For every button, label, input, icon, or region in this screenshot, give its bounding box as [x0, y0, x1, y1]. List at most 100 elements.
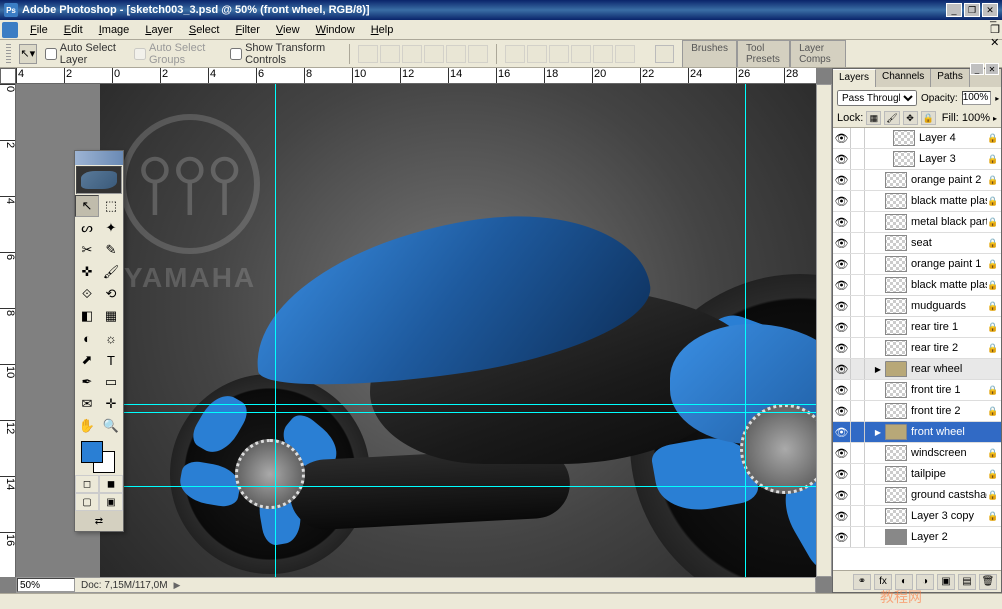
layer-row[interactable]: 👁▶front wheel [833, 422, 1001, 443]
hand-tool[interactable]: ✋ [75, 415, 99, 437]
lasso-tool[interactable]: ᔕ [75, 217, 99, 239]
stamp-tool[interactable]: ⟐ [75, 283, 99, 305]
vertical-scrollbar[interactable] [816, 84, 832, 577]
layer-name[interactable]: Layer 3 copy [909, 510, 987, 522]
doc-close-button[interactable]: ✕ [990, 36, 1000, 49]
layer-visibility-toggle[interactable]: 👁 [833, 128, 851, 148]
layer-thumbnail[interactable] [885, 529, 907, 545]
doc-minimize-button[interactable]: _ [990, 11, 1000, 23]
layer-name[interactable]: Layer 4 [917, 132, 987, 144]
slice-tool[interactable]: ✎ [99, 239, 123, 261]
layer-name[interactable]: black matte plastic 2 [909, 195, 987, 207]
layer-link-cell[interactable] [851, 212, 865, 232]
horizontal-ruler[interactable]: 420246810121416182022242628 [16, 68, 816, 84]
align-vcenter-button[interactable] [380, 45, 400, 63]
layer-row[interactable]: 👁front tire 1🔒 [833, 380, 1001, 401]
layer-row[interactable]: 👁orange paint 2🔒 [833, 170, 1001, 191]
eraser-tool[interactable]: ◧ [75, 305, 99, 327]
layer-name[interactable]: tailpipe [909, 468, 987, 480]
align-hcenter-button[interactable] [446, 45, 466, 63]
layer-link-cell[interactable] [851, 443, 865, 463]
layer-row[interactable]: 👁ground castshadow🔒 [833, 485, 1001, 506]
menu-select[interactable]: Select [181, 22, 228, 38]
layer-name[interactable]: front tire 1 [909, 384, 987, 396]
blend-mode-select[interactable]: Pass Through [837, 90, 917, 106]
layer-name[interactable]: metal black parts 3 [909, 216, 987, 228]
layer-link-cell[interactable] [851, 527, 865, 547]
standard-mode-button[interactable]: ◻ [75, 475, 99, 493]
minimize-button[interactable]: _ [946, 3, 962, 17]
layer-visibility-toggle[interactable]: 👁 [833, 233, 851, 253]
layer-name[interactable]: Layer 3 [917, 153, 987, 165]
layer-link-cell[interactable] [851, 506, 865, 526]
fill-value[interactable]: 100% [962, 112, 990, 124]
new-group-button[interactable]: ▣ [937, 574, 955, 590]
layer-name[interactable]: Layer 2 [909, 531, 987, 543]
layer-link-cell[interactable] [851, 380, 865, 400]
opacity-arrow-icon[interactable]: ▸ [995, 94, 999, 103]
panel-tab-channels[interactable]: Channels [876, 69, 931, 87]
current-tool-icon[interactable]: ↖▾ [19, 44, 37, 64]
panel-close-button[interactable]: ✕ [985, 63, 999, 75]
lock-all-button[interactable]: 🔒 [921, 111, 936, 125]
toolbox[interactable]: ↖⬚ᔕ✦✂✎✜🖌⟐⟲◧▦◐☼⬈T✒▭✉✛✋🔍 ◻ ◼ ▢ ▣ ⇄ [74, 150, 124, 532]
layer-link-cell[interactable] [851, 149, 865, 169]
layer-row[interactable]: 👁metal black parts 3🔒 [833, 212, 1001, 233]
layer-row[interactable]: 👁Layer 3 copy🔒 [833, 506, 1001, 527]
layer-visibility-toggle[interactable]: 👁 [833, 527, 851, 547]
marquee-tool[interactable]: ⬚ [99, 195, 123, 217]
layer-link-cell[interactable] [851, 422, 865, 442]
horizontal-scrollbar[interactable]: Doc: 7,15M/117,0M ▶ [16, 577, 816, 593]
align-top-button[interactable] [358, 45, 378, 63]
show-transform-checkbox[interactable]: Show Transform Controls [230, 42, 341, 66]
layer-name[interactable]: rear wheel [909, 363, 987, 375]
restore-button[interactable]: ❐ [964, 3, 980, 17]
dist-top-button[interactable] [505, 45, 525, 63]
menu-filter[interactable]: Filter [227, 22, 267, 38]
opacity-value[interactable]: 100% [962, 91, 992, 105]
layer-thumbnail[interactable] [885, 277, 907, 293]
app-menu-icon[interactable] [2, 22, 18, 38]
layer-visibility-toggle[interactable]: 👁 [833, 149, 851, 169]
palette-tab-layer-comps[interactable]: Layer Comps [790, 40, 846, 67]
layer-mask-button[interactable]: ◐ [895, 574, 913, 590]
fill-arrow-icon[interactable]: ▸ [993, 114, 997, 123]
folder-icon[interactable] [885, 361, 907, 377]
layer-visibility-toggle[interactable]: 👁 [833, 254, 851, 274]
layer-row[interactable]: 👁tailpipe🔒 [833, 464, 1001, 485]
path-select-tool[interactable]: ⬈ [75, 349, 99, 371]
layer-thumbnail[interactable] [885, 508, 907, 524]
quickmask-mode-button[interactable]: ◼ [99, 475, 123, 493]
layer-row[interactable]: 👁orange paint 1🔒 [833, 254, 1001, 275]
layer-visibility-toggle[interactable]: 👁 [833, 338, 851, 358]
panel-tab-layers[interactable]: Layers [833, 69, 876, 87]
vertical-ruler[interactable]: 024681012141618 [0, 84, 16, 577]
toolbox-header[interactable] [75, 151, 123, 165]
pen-tool[interactable]: ✒ [75, 371, 99, 393]
dist-right-button[interactable] [615, 45, 635, 63]
layer-row[interactable]: 👁front tire 2🔒 [833, 401, 1001, 422]
wand-tool[interactable]: ✦ [99, 217, 123, 239]
layer-link-cell[interactable] [851, 338, 865, 358]
auto-select-groups-checkbox[interactable]: Auto Select Groups [134, 42, 222, 66]
layer-thumbnail[interactable] [885, 445, 907, 461]
zoom-tool[interactable]: 🔍 [99, 415, 123, 437]
guide-horizontal[interactable] [100, 404, 816, 405]
layer-visibility-toggle[interactable]: 👁 [833, 464, 851, 484]
dodge-tool[interactable]: ☼ [99, 327, 123, 349]
layer-name[interactable]: black matte plastic 1 [909, 279, 987, 291]
jump-to-imageready-button[interactable]: ⇄ [75, 511, 123, 531]
gradient-tool[interactable]: ▦ [99, 305, 123, 327]
guide-horizontal[interactable] [100, 486, 816, 487]
layer-link-cell[interactable] [851, 254, 865, 274]
layer-link-cell[interactable] [851, 275, 865, 295]
shape-tool[interactable]: ▭ [99, 371, 123, 393]
layer-row[interactable]: 👁Layer 4🔒 [833, 128, 1001, 149]
layer-link-cell[interactable] [851, 359, 865, 379]
layer-row[interactable]: 👁black matte plastic 1🔒 [833, 275, 1001, 296]
layer-link-cell[interactable] [851, 464, 865, 484]
lock-position-button[interactable]: ✥ [903, 111, 918, 125]
layer-link-cell[interactable] [851, 233, 865, 253]
layer-link-cell[interactable] [851, 170, 865, 190]
doc-restore-button[interactable]: ❐ [990, 23, 1000, 36]
